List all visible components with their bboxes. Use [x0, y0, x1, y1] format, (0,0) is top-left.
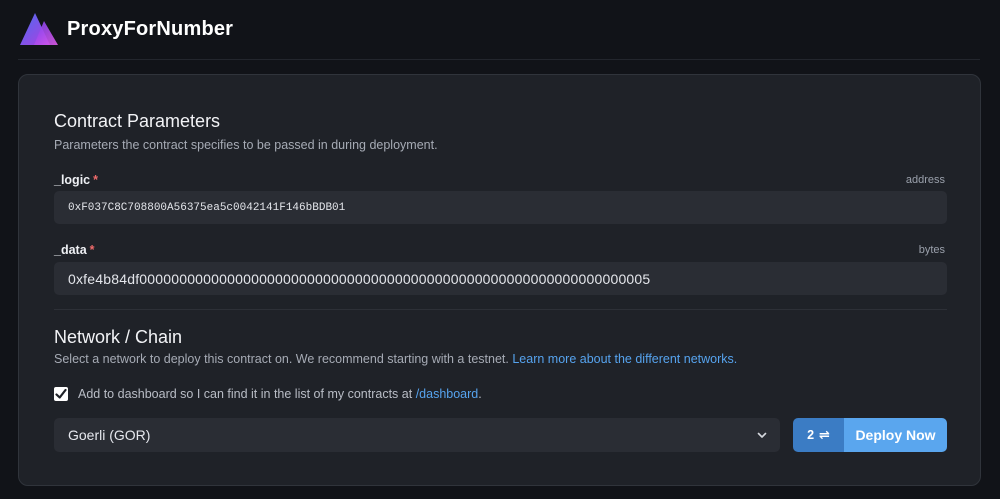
- app-title: ProxyForNumber: [67, 17, 234, 40]
- transaction-count-button[interactable]: 2 ⇌: [793, 418, 844, 452]
- add-to-dashboard-checkbox[interactable]: [54, 387, 68, 401]
- contract-parameters-description: Parameters the contract specifies to be …: [54, 138, 438, 152]
- swap-arrows-icon: ⇌: [819, 427, 830, 442]
- network-description-text: Select a network to deploy this contract…: [54, 352, 509, 366]
- deploy-button-group: 2 ⇌ Deploy Now: [793, 418, 947, 452]
- contract-parameters-title: Contract Parameters: [54, 111, 221, 131]
- required-marker: *: [89, 243, 95, 257]
- data-bytes-input[interactable]: 0xfe4b84df000000000000000000000000000000…: [54, 262, 947, 295]
- logic-field-label: _logic *: [54, 173, 98, 187]
- checkbox-label-suffix: .: [478, 387, 482, 401]
- dashboard-link[interactable]: /dashboard: [416, 387, 479, 401]
- checkmark-icon: [55, 388, 67, 399]
- logo-icon[interactable]: [20, 12, 58, 46]
- header-divider: [18, 59, 980, 60]
- deploy-card: Contract Parameters Parameters the contr…: [18, 74, 981, 486]
- network-select[interactable]: Goerli (GOR): [54, 418, 780, 452]
- selected-network: Goerli (GOR): [68, 427, 151, 443]
- required-marker: *: [93, 173, 98, 187]
- transaction-count: 2: [807, 428, 815, 442]
- data-field-label: _data *: [54, 243, 95, 257]
- data-label-text: _data: [54, 243, 87, 257]
- chevron-down-icon: [757, 432, 767, 438]
- checkbox-label-text: Add to dashboard so I can find it in the…: [78, 387, 413, 401]
- network-title: Network / Chain: [54, 327, 183, 347]
- add-to-dashboard-row: Add to dashboard so I can find it in the…: [54, 387, 482, 401]
- add-to-dashboard-label: Add to dashboard so I can find it in the…: [78, 387, 482, 401]
- section-divider: [54, 309, 947, 310]
- logic-address-input[interactable]: 0xF037C8C708800A56375ea5c0042141F146bBDB…: [54, 191, 947, 224]
- data-field-type: bytes: [918, 244, 945, 256]
- logic-field-type: address: [905, 174, 945, 186]
- deploy-now-button[interactable]: Deploy Now: [844, 418, 947, 452]
- app-header: ProxyForNumber: [0, 0, 1000, 58]
- learn-more-link[interactable]: Learn more about the different networks.: [512, 352, 737, 366]
- logic-label-text: _logic: [54, 173, 91, 187]
- network-description: Select a network to deploy this contract…: [54, 352, 737, 366]
